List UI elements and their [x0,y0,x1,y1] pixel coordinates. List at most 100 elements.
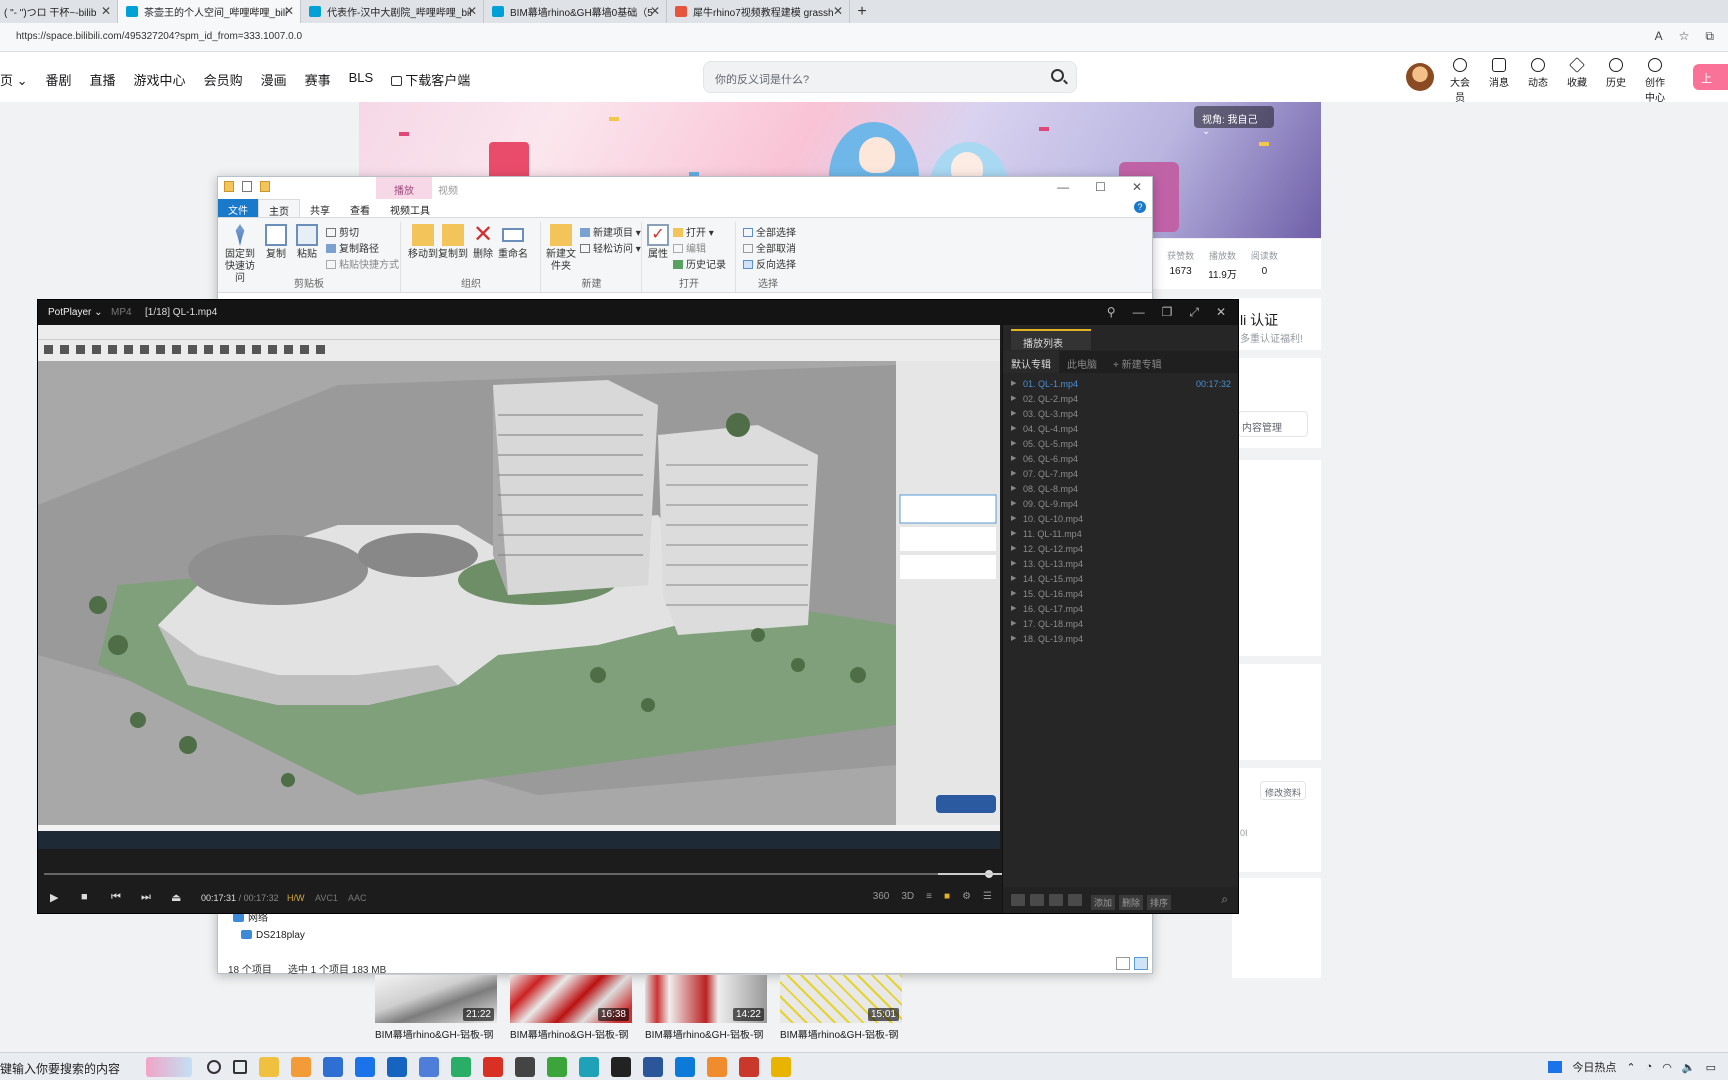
play-icon[interactable]: ▶ [50,891,58,904]
taskbar-app-icon[interactable] [355,1057,375,1077]
seek-bar[interactable] [44,870,994,878]
playlist-item[interactable]: 14. QL-15.mp4 [1011,574,1231,589]
taskbar-app-icon[interactable] [259,1057,279,1077]
playlist-item[interactable]: 08. QL-8.mp4 [1011,484,1231,499]
delete-button[interactable]: 删除 [1119,895,1144,910]
dynamics-button[interactable]: 动态 [1524,58,1552,104]
new-item-button[interactable]: 新建项目 ▾ [580,224,641,239]
search-icon[interactable]: ⌕ [1221,892,1228,907]
easy-access-button[interactable]: 轻松访问 ▾ [580,240,641,255]
browser-tab[interactable]: 代表作-汉中大剧院_哔哩哔哩_bil ✕ [301,0,484,23]
nav-live[interactable]: 直播 [90,70,116,89]
url-field[interactable]: https://space.bilibili.com/495327204?spm… [16,31,302,42]
move-top-icon[interactable] [1011,894,1025,906]
avatar[interactable] [1406,63,1434,91]
properties-button[interactable]: ✓ 属性 [639,224,677,261]
playlist-item[interactable]: 06. QL-6.mp4 [1011,454,1231,469]
tab-share[interactable]: 共享 [300,199,340,217]
taskbar-app-icon[interactable] [387,1057,407,1077]
restore-icon[interactable]: ❐ [1162,305,1173,320]
new-tab-button[interactable]: + [850,0,874,23]
search-input[interactable]: 你的反义词是什么? [715,71,809,87]
playlist-item[interactable]: 07. QL-7.mp4 [1011,469,1231,484]
news-icon[interactable] [1548,1061,1563,1073]
playlist-item[interactable]: 11. QL-11.mp4 [1011,529,1231,544]
playlist-item[interactable]: 16. QL-17.mp4 [1011,604,1231,619]
network-icon[interactable]: ◔ [1646,1061,1653,1073]
fullscreen-icon[interactable]: ⤢ [1189,305,1199,320]
taskbar-app-icon[interactable] [323,1057,343,1077]
browser-tab[interactable]: ( "- ")つロ 干杯~-bilib ✕ [0,0,118,23]
video-thumbnail[interactable]: 16:38 [510,975,632,1023]
minimize-icon[interactable]: — [1057,180,1069,194]
download-client-link[interactable]: 下载客户端 [391,70,470,89]
properties-icon[interactable] [242,181,252,192]
search-highlight-icon[interactable] [146,1057,192,1077]
paste-button[interactable]: 粘贴 [288,224,326,261]
open-button[interactable]: 打开 ▾ [673,224,714,239]
cert-subtitle[interactable]: 多重认证福利! [1240,330,1303,345]
minimize-icon[interactable]: — [1133,305,1145,320]
video-title[interactable]: BIM幕墙rhino&GH-铝板-钢 [645,1030,767,1050]
taskbar-search-input[interactable]: 键输入你要搜索的内容 [0,1060,120,1077]
taskbar-app-icon[interactable] [515,1057,535,1077]
search-icon[interactable] [1051,69,1064,82]
move-bottom-icon[interactable] [1068,894,1082,906]
volume-icon[interactable]: 🔈 [1682,1061,1696,1074]
select-none-button[interactable]: 全部取消 [743,240,796,255]
vip-button[interactable]: 大会员 [1446,58,1474,104]
nav-esports[interactable]: 赛事 [305,70,331,89]
task-view-icon[interactable] [233,1060,247,1074]
hw-tag[interactable]: H/W [287,893,305,903]
nav-home[interactable]: 页 ⌄ [0,70,28,89]
details-view-icon[interactable] [1116,957,1130,970]
wifi-icon[interactable]: ◠ [1662,1061,1672,1074]
video-title[interactable]: BIM幕墙rhino&GH-铝板-钢 [780,1030,902,1050]
playlist-item[interactable]: 09. QL-9.mp4 [1011,499,1231,514]
video-frame[interactable] [38,325,1000,849]
close-icon[interactable]: ✕ [1132,180,1142,194]
nav-manga[interactable]: 漫画 [261,70,287,89]
invert-selection-button[interactable]: 反向选择 [743,256,796,271]
tab-new-album[interactable]: + 新建专辑 [1105,351,1170,373]
playlist-item[interactable]: 13. QL-13.mp4 [1011,559,1231,574]
close-icon[interactable]: ✕ [467,4,477,18]
add-button[interactable]: 添加 [1091,895,1116,910]
close-icon[interactable]: ✕ [1216,305,1226,320]
battery-icon[interactable]: ▭ [1706,1061,1716,1074]
large-icons-view-icon[interactable] [1134,957,1148,970]
collections-icon[interactable]: ⧉ [1705,29,1714,44]
browser-tab-active[interactable]: 茶壶王的个人空间_哔哩哔哩_bili ✕ [118,0,301,23]
close-icon[interactable]: ✕ [650,4,660,18]
paste-shortcut-button[interactable]: 粘贴快捷方式 [326,256,399,271]
nav-mall[interactable]: 会员购 [204,70,243,89]
taskbar-app-icon[interactable] [675,1057,695,1077]
video-thumbnail[interactable]: 15:01 [780,975,902,1023]
stop-icon[interactable]: ■ [81,891,88,903]
chevron-up-icon[interactable]: ⌃ [1626,1061,1635,1074]
settings-gear-icon[interactable]: ⚙ [962,891,971,902]
eject-icon[interactable]: ⏏ [171,891,181,904]
favorite-icon[interactable]: ☆ [1679,29,1690,44]
tab-view[interactable]: 查看 [340,199,380,217]
tab-default-album[interactable]: 默认专辑 [1003,351,1059,373]
nav-bls[interactable]: BLS [349,70,374,89]
tab-video-tools[interactable]: 视频工具 [380,199,440,217]
maximize-icon[interactable]: ☐ [1095,180,1106,194]
nav-item-nas[interactable]: DS218play [233,930,305,941]
history-button[interactable]: 历史 [1602,58,1630,104]
sort-button[interactable]: 排序 [1147,895,1172,910]
video-thumbnail[interactable]: 14:22 [645,975,767,1023]
3d-button[interactable]: 3D [901,891,914,902]
messages-button[interactable]: 消息 [1485,58,1513,104]
playlist-item[interactable]: 04. QL-4.mp4 [1011,424,1231,439]
playlist-item[interactable]: 17. QL-18.mp4 [1011,619,1231,634]
potplayer-menu[interactable]: PotPlayer ⌄ [48,307,103,318]
new-folder-button[interactable]: 新建文件夹 [542,224,580,273]
pin-icon[interactable]: ⚲ [1107,305,1116,320]
select-all-button[interactable]: 全部选择 [743,224,796,239]
view-as-selector[interactable]: 视角: 我自己 ⌄ [1194,106,1274,137]
move-up-icon[interactable] [1030,894,1044,906]
tab-file[interactable]: 文件 [218,199,258,217]
taskbar-app-icon[interactable] [643,1057,663,1077]
